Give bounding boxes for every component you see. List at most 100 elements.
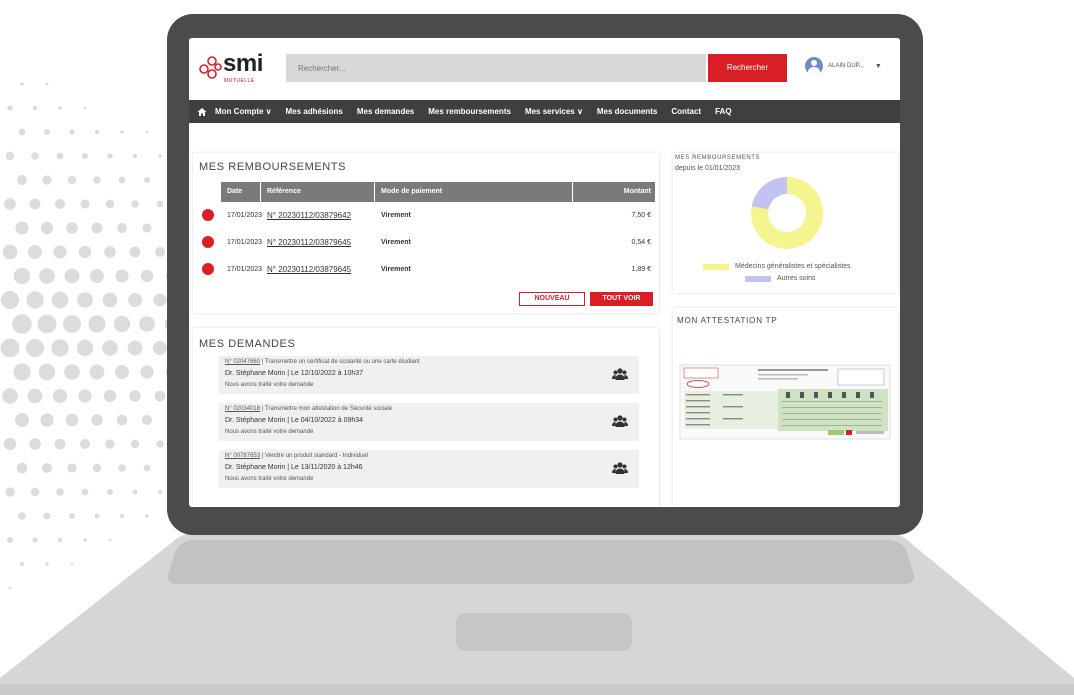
row-mode: Virement xyxy=(381,212,411,219)
decorative-dot xyxy=(115,269,129,283)
nav-mon-compte[interactable]: Mon Compte ∨ xyxy=(215,107,272,116)
decorative-dot xyxy=(154,390,166,402)
decorative-dot xyxy=(31,152,39,160)
decorative-dot xyxy=(117,223,127,233)
decorative-dot xyxy=(76,339,94,357)
nav-mes-services[interactable]: Mes services ∨ xyxy=(525,107,583,116)
demande-number-link[interactable]: N° 02047660 xyxy=(225,359,260,365)
demande-number-link[interactable]: N° 02034018 xyxy=(225,406,260,412)
decorative-dot xyxy=(132,489,138,495)
decorative-dot xyxy=(80,199,90,209)
col-reference: Référence xyxy=(261,182,375,202)
decorative-dot xyxy=(37,314,57,334)
decorative-dot xyxy=(92,463,102,473)
decorative-dot xyxy=(104,246,116,258)
decorative-dot xyxy=(67,175,77,185)
logo-wordmark: smi xyxy=(223,50,263,77)
decorative-dot xyxy=(1,291,19,309)
remboursements-panel: MES REMBOURSEMENTS Date Référence Mode d… xyxy=(193,153,659,313)
decorative-dot xyxy=(55,199,65,209)
donut-slice[interactable] xyxy=(751,177,787,210)
decorative-dot xyxy=(131,200,139,208)
nav-contact[interactable]: Contact xyxy=(671,107,701,116)
row-amount: 0,54 € xyxy=(631,239,651,246)
nav-mes-adhesions[interactable]: Mes adhésions xyxy=(286,107,343,116)
attestation-panel[interactable]: MON ATTESTATION TP xyxy=(673,308,898,507)
decorative-dot xyxy=(139,316,155,332)
attestation-card-thumbnail[interactable] xyxy=(678,363,893,441)
table-row[interactable]: 17/01/2023 N° 20230112/03879642 Virement… xyxy=(202,202,655,229)
decorative-dot xyxy=(45,82,49,86)
decorative-dot xyxy=(78,389,92,403)
site-header: smi MUTUELLE Rechercher ALAIN DUP... ▼ xyxy=(189,38,900,98)
decorative-dot xyxy=(12,314,32,334)
col-date: Date xyxy=(221,182,261,202)
decorative-dot xyxy=(29,438,41,450)
decorative-dot xyxy=(118,176,126,184)
decorative-dot xyxy=(40,221,54,235)
attestation-title: MON ATTESTATION TP xyxy=(677,316,778,325)
demande-author: Dr. Stéphane Morin | Le 13/11/2020 à 12h… xyxy=(225,464,363,471)
remboursements-chart-panel: MES REMBOURSEMENTS depuis le 01/01/2023 … xyxy=(673,153,898,293)
demande-status: Nous avons traité votre demande xyxy=(225,382,314,388)
decorative-dot xyxy=(130,439,140,449)
new-button[interactable]: NOUVEAU xyxy=(519,292,585,306)
demande-status: Nous avons traité votre demande xyxy=(225,429,314,435)
decorative-dot xyxy=(118,464,126,472)
demandes-title: MES DEMANDES xyxy=(199,338,296,350)
decorative-dot xyxy=(4,198,16,210)
decorative-dot xyxy=(102,340,118,356)
search-button[interactable]: Rechercher xyxy=(708,54,787,82)
list-item[interactable]: N° 00787653 | Vendre un produit standard… xyxy=(219,450,639,488)
list-item[interactable]: N° 02047660 | Transmettre un certificat … xyxy=(219,356,639,394)
row-reference-link[interactable]: N° 20230112/03879642 xyxy=(261,211,375,220)
legend-swatch xyxy=(745,275,771,282)
main-nav: Mon Compte ∨ Mes adhésions Mes demandes … xyxy=(189,100,900,123)
table-header: Date Référence Mode de paiement Montant xyxy=(221,182,655,202)
demande-author: Dr. Stéphane Morin | Le 04/10/2022 à 09h… xyxy=(225,417,364,424)
demande-summary: N° 02047660 | Transmettre un certificat … xyxy=(225,359,420,365)
remboursements-table: Date Référence Mode de paiement Montant … xyxy=(202,182,655,283)
status-dot-icon xyxy=(202,209,214,221)
row-date: 17/01/2023 xyxy=(227,239,263,246)
decorative-dot xyxy=(105,439,115,449)
nav-mes-demandes[interactable]: Mes demandes xyxy=(357,107,414,116)
decorative-dot xyxy=(115,365,129,379)
row-reference-link[interactable]: N° 20230112/03879645 xyxy=(261,238,375,247)
list-item[interactable]: N° 02034018 | Transmettre mon attestatio… xyxy=(219,403,639,441)
nav-mes-documents[interactable]: Mes documents xyxy=(597,107,657,116)
home-icon[interactable] xyxy=(189,100,215,123)
legend-label: Médecins généralistes et spécialistes xyxy=(735,263,851,270)
decorative-dot xyxy=(20,82,24,86)
legend-item: Médecins généralistes et spécialistes xyxy=(703,263,851,270)
decorative-dot xyxy=(142,415,152,425)
smi-logo[interactable]: smi MUTUELLE xyxy=(197,46,277,90)
decorative-dot xyxy=(65,413,79,427)
decorative-dot xyxy=(94,129,100,135)
decorative-dot xyxy=(156,440,164,448)
decorative-dot xyxy=(39,268,55,284)
demande-author: Dr. Stéphane Morin | Le 12/10/2022 à 10h… xyxy=(225,370,364,377)
decorative-dot xyxy=(38,363,56,381)
decorative-dot xyxy=(90,269,104,283)
nav-mes-remboursements[interactable]: Mes remboursements xyxy=(428,107,511,116)
decorative-dot xyxy=(144,177,150,183)
demande-number-link[interactable]: N° 00787653 xyxy=(225,453,260,459)
decorative-dot xyxy=(51,291,69,309)
decorative-dot xyxy=(64,268,80,284)
molecule-logo-icon xyxy=(199,56,222,79)
decorative-dot xyxy=(82,153,88,159)
decorative-dot xyxy=(13,363,31,381)
table-row[interactable]: 17/01/2023 N° 20230112/03879645 Virement… xyxy=(202,229,655,256)
see-all-button[interactable]: TOUT VOIR xyxy=(590,292,653,306)
demandes-panel: MES DEMANDES N° 02047660 | Transmettre u… xyxy=(193,328,659,507)
row-mode: Virement xyxy=(381,239,411,246)
nav-faq[interactable]: FAQ xyxy=(715,107,731,116)
decorative-dot xyxy=(56,488,64,496)
table-row[interactable]: 17/01/2023 N° 20230112/03879645 Virement… xyxy=(202,256,655,283)
decorative-dot xyxy=(15,221,29,235)
user-menu[interactable]: ALAIN DUP... ▼ xyxy=(805,54,882,78)
search-input[interactable] xyxy=(286,54,706,82)
decorative-dot xyxy=(13,267,31,285)
row-reference-link[interactable]: N° 20230112/03879645 xyxy=(261,265,375,274)
